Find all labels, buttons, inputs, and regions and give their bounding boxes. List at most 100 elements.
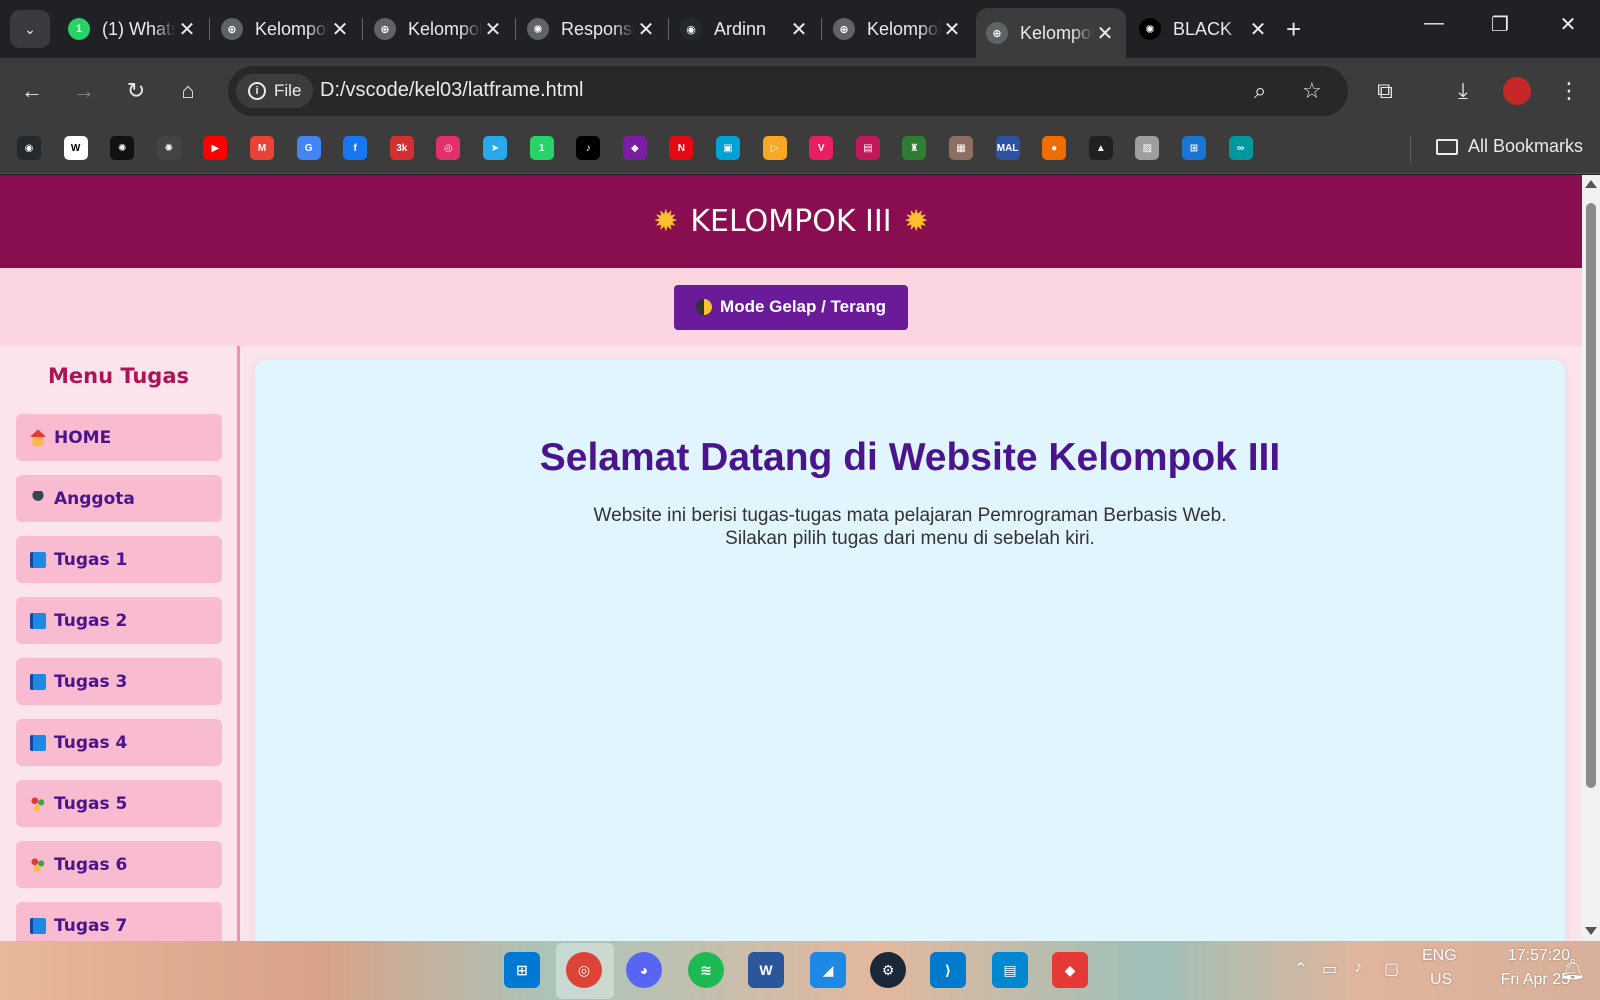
theme-toggle-button[interactable]: Mode Gelap / Terang — [674, 284, 908, 330]
new-tab-button[interactable]: + — [1286, 14, 1301, 45]
menu-item-tugas-2[interactable]: Tugas 2 — [16, 597, 222, 644]
home-icon[interactable]: ⌂ — [171, 74, 205, 108]
zoom-icon[interactable]: ⌕ — [1254, 78, 1266, 104]
scroll-down-icon[interactable] — [1585, 927, 1597, 935]
news-bookmark-icon[interactable]: ▤ — [855, 136, 880, 160]
menu-item-label: HOME — [54, 427, 112, 448]
steam-icon[interactable]: ⚙ — [870, 952, 906, 988]
mal-bookmark-icon[interactable]: MAL — [995, 136, 1020, 160]
page-scrollbar[interactable] — [1582, 175, 1600, 941]
play-bookmark-icon[interactable]: ▷ — [762, 136, 787, 160]
forward-icon[interactable]: → — [67, 74, 101, 108]
tray-chevron-icon[interactable]: ⌃ — [1294, 959, 1307, 979]
whatsapp-icon: 1 — [68, 18, 90, 40]
tab-search-button[interactable]: ⌄ — [10, 10, 50, 48]
menu-kebab-icon[interactable]: ⋮ — [1552, 74, 1586, 108]
close-tab-icon[interactable]: ✕ — [176, 17, 198, 42]
welcome-text-line-2: Silakan pilih tugas dari menu di sebelah… — [725, 528, 1095, 549]
profile-avatar[interactable] — [1500, 74, 1534, 108]
word-icon[interactable]: W — [748, 952, 784, 988]
menu-item-anggota[interactable]: Anggota — [16, 475, 222, 522]
menu-item-label: Tugas 7 — [54, 915, 128, 936]
tiktok-bookmark-icon[interactable]: ♪ — [576, 136, 601, 160]
box-bookmark-icon[interactable]: ▦ — [949, 136, 973, 160]
browser-tab[interactable]: ⊕ Kelompok ✕ — [823, 8, 973, 50]
all-bookmarks-button[interactable]: All Bookmarks — [1436, 136, 1583, 157]
restore-icon[interactable]: ❐ — [1480, 12, 1520, 37]
reload-icon[interactable]: ↻ — [119, 74, 153, 108]
gmail-bookmark-icon[interactable]: M — [250, 136, 274, 160]
netflix-bookmark-icon[interactable]: N — [669, 136, 694, 160]
files-icon[interactable]: ◢ — [810, 952, 846, 988]
windows-start-icon[interactable]: ⊞ — [504, 952, 540, 988]
network-icon[interactable]: ▢ — [1384, 959, 1399, 979]
menu-item-tugas-5[interactable]: Tugas 5 — [16, 780, 222, 827]
cat-bookmark-icon[interactable]: ▲ — [1088, 136, 1113, 160]
scrollbar-thumb[interactable] — [1586, 203, 1596, 788]
notification-bell-icon[interactable]: 🔔︎ — [1560, 957, 1585, 982]
address-bar[interactable]: i File D:/vscode/kel03/latframe.html ⌕ ☆ — [228, 66, 1348, 116]
browser-tab[interactable]: ✺ Response ✕ — [517, 8, 667, 50]
menu-item-tugas-3[interactable]: Tugas 3 — [16, 658, 222, 705]
close-window-icon[interactable]: ✕ — [1548, 12, 1588, 37]
basketball-bookmark-icon[interactable]: ● — [1042, 136, 1067, 160]
battery-icon[interactable]: ▭ — [1322, 959, 1337, 979]
url-text[interactable]: D:/vscode/kel03/latframe.html — [320, 79, 583, 102]
download-icon[interactable]: ⤓ — [1446, 74, 1480, 108]
youtube-bookmark-icon[interactable]: ▶ — [203, 136, 228, 160]
chrome-icon[interactable]: ◎ — [566, 952, 602, 988]
close-tab-icon[interactable]: ✕ — [788, 17, 810, 42]
close-tab-icon[interactable]: ✕ — [941, 17, 963, 42]
browser-tab[interactable]: ✺ BLACK ✕ — [1129, 8, 1279, 50]
browser-tab[interactable]: ⊕ Kelompok ✕ — [976, 8, 1126, 58]
menu-item-home[interactable]: HOME — [16, 414, 222, 461]
extensions-icon[interactable]: ⧉ — [1368, 74, 1402, 108]
black-bookmark-icon[interactable]: ✺ — [110, 136, 135, 160]
instagram-bookmark-icon[interactable]: ◎ — [436, 136, 461, 160]
gem-icon[interactable]: ◆ — [1052, 952, 1088, 988]
bookmark-star-icon[interactable]: ☆ — [1302, 78, 1322, 104]
close-tab-icon[interactable]: ✕ — [482, 17, 504, 42]
menu-item-tugas-7[interactable]: Tugas 7 — [16, 902, 222, 941]
whatsapp-bookmark-icon[interactable]: 1 — [529, 136, 554, 160]
spotify-icon[interactable]: ≋ — [688, 952, 724, 988]
translate-bookmark-icon[interactable]: G — [296, 136, 321, 160]
notepad-icon[interactable]: ▤ — [992, 952, 1028, 988]
back-icon[interactable]: ← — [15, 74, 49, 108]
anime-bookmark-icon[interactable]: ◆ — [622, 136, 647, 160]
menu-item-tugas-6[interactable]: Tugas 6 — [16, 841, 222, 888]
language-indicator[interactable]: ENG US — [1422, 947, 1457, 989]
close-tab-icon[interactable]: ✕ — [1247, 17, 1269, 42]
openai-bookmark-icon[interactable]: ✺ — [156, 136, 181, 160]
main-frame: Selamat Datang di Website Kelompok III W… — [255, 360, 1565, 941]
bilibili-bookmark-icon[interactable]: ▣ — [716, 136, 740, 160]
globe-icon: ⊕ — [221, 18, 243, 40]
vidio-bookmark-icon[interactable]: V — [809, 136, 834, 160]
volume-icon[interactable]: ♪ — [1354, 959, 1362, 977]
close-tab-icon[interactable]: ✕ — [329, 17, 351, 42]
tab-separator — [821, 18, 822, 40]
telegram-bookmark-icon[interactable]: ➤ — [483, 136, 507, 160]
crop-bookmark-icon[interactable]: ⊞ — [1182, 136, 1206, 160]
vscode-icon[interactable]: ⟩ — [930, 952, 966, 988]
facebook-bookmark-icon[interactable]: f — [343, 136, 368, 160]
close-tab-icon[interactable]: ✕ — [635, 17, 657, 42]
wikipedia-bookmark-icon[interactable]: W — [63, 136, 88, 160]
browser-tab[interactable]: 1 (1) WhatsApp✕ — [58, 8, 208, 50]
site-info-chip[interactable]: i File — [236, 74, 314, 108]
game-bookmark-icon[interactable]: ♜ — [902, 136, 927, 160]
photo-bookmark-icon[interactable]: ▨ — [1135, 136, 1160, 160]
close-tab-icon[interactable]: ✕ — [1094, 21, 1116, 46]
github-bookmark-icon[interactable]: ◉ — [17, 136, 41, 160]
browser-tab[interactable]: ⊕ Kelompok ✕ — [211, 8, 361, 50]
menu-item-tugas-4[interactable]: Tugas 4 — [16, 719, 222, 766]
browser-tab[interactable]: ⊕ Kelompok ✕ — [364, 8, 514, 50]
menu-item-tugas-1[interactable]: Tugas 1 — [16, 536, 222, 583]
clock[interactable]: 17:57:20 Fri Apr 25 — [1470, 947, 1570, 989]
minimize-icon[interactable]: — — [1414, 12, 1454, 35]
discord-icon[interactable]: ◕ — [626, 952, 662, 988]
browser-tab[interactable]: ◉ Ardinn ✕ — [670, 8, 820, 50]
scroll-up-icon[interactable] — [1585, 180, 1597, 188]
3k-bookmark-icon[interactable]: 3k — [389, 136, 414, 160]
arduino-bookmark-icon[interactable]: ∞ — [1228, 136, 1253, 160]
